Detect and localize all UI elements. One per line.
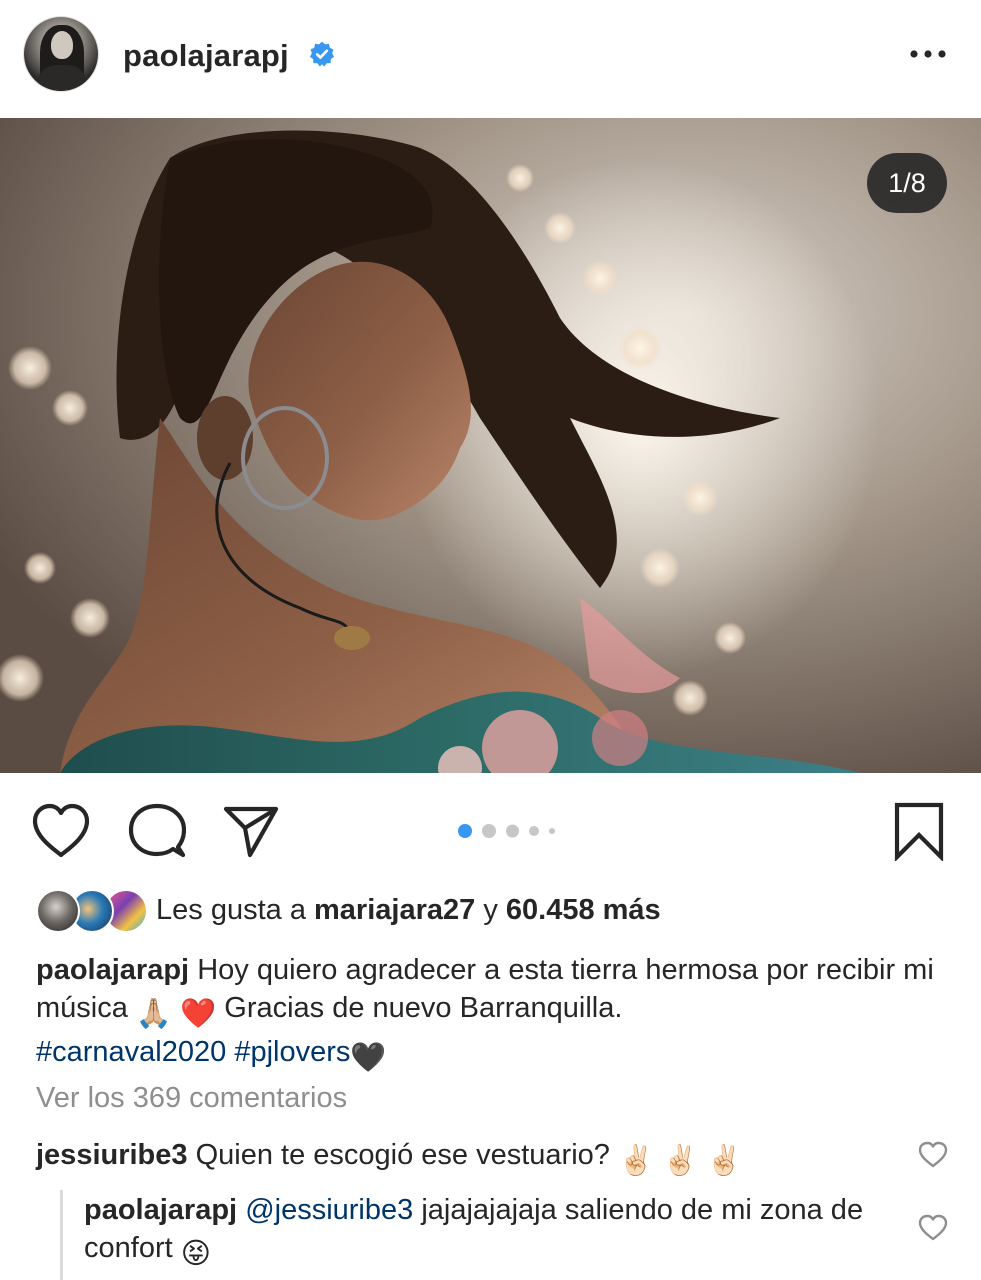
post-photo[interactable] <box>0 118 981 773</box>
heart-icon[interactable] <box>31 803 91 859</box>
view-all-comments-link[interactable]: Ver los 369 comentarios <box>36 1082 347 1115</box>
hashtag-link[interactable]: #carnaval2020 <box>36 1036 226 1068</box>
likes-text: Les gusta a mariajara27 y 60.458 más <box>156 894 661 927</box>
comment-heart-icon[interactable] <box>918 1141 948 1169</box>
hashtag-link[interactable]: #pjlovers <box>234 1036 350 1068</box>
more-options-icon[interactable] <box>908 44 948 64</box>
liker-avatar <box>36 889 80 933</box>
post-username[interactable]: paolajarapj <box>123 38 289 74</box>
caption-username[interactable]: paolajarapj <box>36 954 189 986</box>
carousel-dot <box>529 826 539 836</box>
comment-icon[interactable] <box>128 803 186 859</box>
red-heart-emoji: ❤️ <box>180 998 217 1030</box>
profile-avatar[interactable] <box>24 17 98 91</box>
tongue-out-emoji: 😝 <box>180 1238 211 1270</box>
reply-thread-line <box>60 1190 63 1280</box>
black-heart-emoji: 🖤 <box>350 1042 387 1074</box>
verified-badge-icon <box>309 41 335 67</box>
share-icon[interactable] <box>222 803 280 859</box>
reply-item: paolajarapj @jessiuribe3 jajajajajaja sa… <box>84 1191 884 1273</box>
likes-prefix: Les gusta a <box>156 894 306 926</box>
reply-mention-link[interactable]: @jessiuribe3 <box>245 1194 413 1226</box>
reply-username[interactable]: paolajarapj <box>84 1194 237 1226</box>
caption-text-2: Gracias de nuevo Barranquilla. <box>224 992 623 1024</box>
comment-text: Quien te escogió ese vestuario? <box>195 1139 610 1171</box>
post-header: paolajarapj <box>0 0 981 118</box>
reply-heart-icon[interactable] <box>918 1214 948 1242</box>
likes-count-link[interactable]: 60.458 más <box>506 894 661 926</box>
action-bar <box>0 773 981 883</box>
carousel-dot <box>482 824 496 838</box>
carousel-dot <box>549 828 555 834</box>
carousel-counter: 1/8 <box>867 153 947 213</box>
carousel-dot <box>506 824 519 838</box>
comment-username[interactable]: jessiuribe3 <box>36 1139 188 1171</box>
praying-hands-emoji: 🙏🏼 <box>135 998 173 1030</box>
likes-summary[interactable]: Les gusta a mariajara27 y 60.458 más <box>36 886 976 936</box>
likes-user-link[interactable]: mariajara27 <box>314 894 475 926</box>
post-caption: paolajarapj Hoy quiero agradecer a esta … <box>36 951 966 1077</box>
carousel-indicator <box>458 824 568 838</box>
comment-item: jessiuribe3 Quien te escogió ese vestuar… <box>36 1136 906 1180</box>
liker-avatars <box>36 889 148 933</box>
carousel-dot <box>458 824 472 838</box>
likes-connector: y <box>483 894 498 926</box>
bookmark-icon[interactable] <box>892 801 946 861</box>
victory-hand-emoji: ✌🏻 ✌🏻 ✌🏻 <box>617 1145 743 1177</box>
